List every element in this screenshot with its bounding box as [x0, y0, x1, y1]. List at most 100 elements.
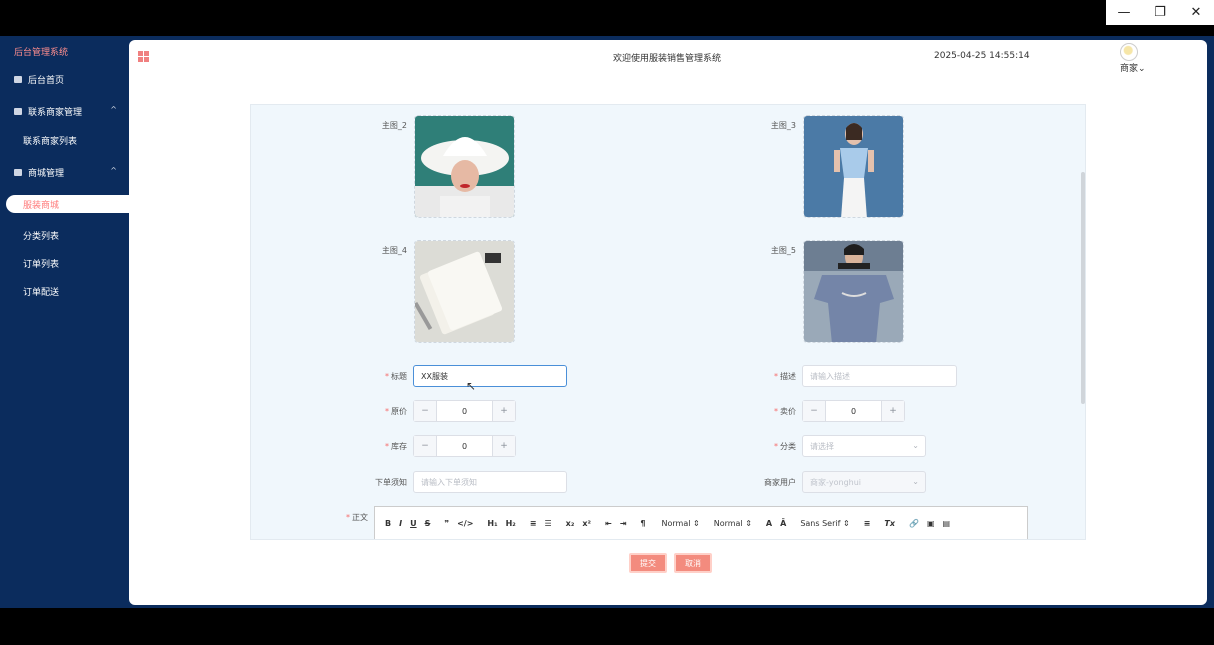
body-label: * 正文: [346, 513, 368, 522]
avatar[interactable]: [1120, 43, 1138, 61]
subscript-button[interactable]: x₂: [566, 519, 575, 528]
restore-button[interactable]: ❐: [1142, 0, 1178, 25]
sidebar-item-contact-management[interactable]: 联系商家管理 ^: [0, 100, 129, 122]
bottom-bar: [0, 608, 1214, 645]
underline-button[interactable]: U: [410, 519, 417, 528]
font-select[interactable]: Sans Serif ⇕: [800, 519, 849, 528]
user-dropdown[interactable]: 商家⌄: [1120, 61, 1146, 74]
size-select[interactable]: Normal ⇕: [662, 519, 700, 528]
clear-format-button[interactable]: Tx: [884, 519, 895, 528]
sale-price-stepper[interactable]: − 0 +: [802, 400, 905, 422]
h1-button[interactable]: H₁: [487, 519, 497, 528]
align-button[interactable]: ≡: [864, 519, 871, 528]
text-color-button[interactable]: A: [766, 519, 772, 528]
increment-button[interactable]: +: [882, 401, 904, 421]
sidebar-item-label: 分类列表: [23, 231, 60, 242]
sidebar-item-label: 联系商家管理: [28, 107, 83, 118]
increment-button[interactable]: +: [493, 401, 515, 421]
video-icon[interactable]: ▤: [943, 519, 951, 528]
background-color-button[interactable]: Ā: [780, 519, 786, 528]
h2-button[interactable]: H₂: [506, 519, 516, 528]
hat-photo: [415, 116, 514, 217]
chevron-down-icon: ⌄: [1138, 64, 1146, 74]
superscript-button[interactable]: x²: [582, 519, 591, 528]
sidebar-item-label: 订单配送: [23, 287, 60, 298]
title-label: * 标题: [385, 372, 407, 381]
window-titlebar: — ❐ ✕: [0, 0, 1214, 36]
minimize-button[interactable]: —: [1106, 0, 1142, 25]
stock-value[interactable]: 0: [436, 436, 493, 456]
cancel-button[interactable]: 取消: [674, 553, 712, 573]
description-label: * 描述: [774, 372, 796, 381]
store-icon: [14, 168, 22, 176]
notebook-photo: [415, 241, 514, 342]
indent-button[interactable]: ⇥: [620, 519, 627, 528]
app-window: 后台管理系统 后台首页 联系商家管理 ^ 联系商家列表 商城管理 ^ 服装商城 …: [0, 36, 1214, 608]
app-title: 后台管理系统: [14, 48, 69, 58]
sidebar-item-category-list[interactable]: 分类列表: [0, 224, 129, 246]
image-2-label: 主图_2: [381, 121, 407, 130]
product-form: 主图_2 主图_3 主图_4 主图_5 * 标题 XX服装 * 描述 请输入描述…: [250, 104, 1086, 540]
sidebar-item-home[interactable]: 后台首页: [0, 68, 129, 90]
category-label: * 分类: [774, 442, 796, 451]
increment-button[interactable]: +: [493, 436, 515, 456]
merchant-user-label: 商家用户: [764, 478, 796, 487]
image-icon[interactable]: ▣: [927, 519, 935, 528]
title-input[interactable]: XX服装: [413, 365, 567, 387]
sidebar-item-order-list[interactable]: 订单列表: [0, 252, 129, 274]
decrement-button[interactable]: −: [414, 436, 436, 456]
category-select[interactable]: 请选择 ⌄: [802, 435, 926, 457]
code-button[interactable]: </>: [457, 519, 473, 528]
order-note-label: 下单须知: [375, 478, 407, 487]
original-price-label: * 原价: [385, 407, 407, 416]
original-price-value[interactable]: 0: [436, 401, 493, 421]
page-title: 欢迎使用服装销售管理系统: [613, 54, 722, 64]
stock-stepper[interactable]: − 0 +: [413, 435, 516, 457]
order-note-input[interactable]: 请输入下单须知: [413, 471, 567, 493]
datetime: 2025-04-25 14:55:14: [934, 51, 1030, 61]
image-5-upload[interactable]: [803, 240, 904, 343]
italic-button[interactable]: I: [399, 519, 402, 528]
scrollbar[interactable]: [1081, 172, 1085, 404]
chevron-up-icon: ^: [110, 166, 117, 175]
image-2-upload[interactable]: [414, 115, 515, 218]
sidebar-item-contact-list[interactable]: 联系商家列表: [0, 129, 129, 151]
image-4-label: 主图_4: [381, 246, 407, 255]
decrement-button[interactable]: −: [803, 401, 825, 421]
outdent-button[interactable]: ⇤: [605, 519, 612, 528]
tshirt-photo: [804, 241, 903, 342]
decrement-button[interactable]: −: [414, 401, 436, 421]
submit-button[interactable]: 提交: [629, 553, 667, 573]
sidebar-item-label: 订单列表: [23, 259, 60, 270]
blockquote-button[interactable]: ❞: [444, 519, 449, 528]
bold-button[interactable]: B: [385, 519, 391, 528]
description-input[interactable]: 请输入描述: [802, 365, 957, 387]
original-price-stepper[interactable]: − 0 +: [413, 400, 516, 422]
sidebar-item-label: 后台首页: [28, 75, 65, 86]
mouse-cursor-icon: ↖: [466, 379, 477, 393]
sidebar-item-label: 商城管理: [28, 168, 65, 179]
image-3-upload[interactable]: [803, 115, 904, 218]
merchant-user-select: 商家-yonghui ⌄: [802, 471, 926, 493]
sidebar-item-order-delivery[interactable]: 订单配送: [0, 280, 129, 302]
sidebar-item-mall-management[interactable]: 商城管理 ^: [0, 161, 129, 183]
bullet-list-button[interactable]: ☰: [545, 519, 552, 528]
chart-icon: [14, 107, 22, 115]
sale-price-value[interactable]: 0: [825, 401, 882, 421]
strike-button[interactable]: S: [425, 519, 431, 528]
stock-label: * 库存: [385, 442, 407, 451]
image-5-label: 主图_5: [770, 246, 796, 255]
close-button[interactable]: ✕: [1178, 0, 1214, 25]
direction-button[interactable]: ¶: [640, 519, 645, 528]
grid-menu-icon[interactable]: [138, 51, 149, 62]
ordered-list-button[interactable]: ≡: [530, 519, 537, 528]
window-controls: — ❐ ✕: [1106, 0, 1214, 25]
chevron-down-icon: ⌄: [912, 441, 919, 450]
sidebar-item-label: 服装商城: [23, 200, 60, 211]
sidebar-item-clothing-mall[interactable]: 服装商城: [6, 195, 129, 213]
header-select[interactable]: Normal ⇕: [714, 519, 752, 528]
link-icon[interactable]: 🔗: [909, 519, 919, 528]
image-4-upload[interactable]: [414, 240, 515, 343]
sale-price-label: * 卖价: [774, 407, 796, 416]
chevron-down-icon: ⌄: [912, 477, 919, 486]
